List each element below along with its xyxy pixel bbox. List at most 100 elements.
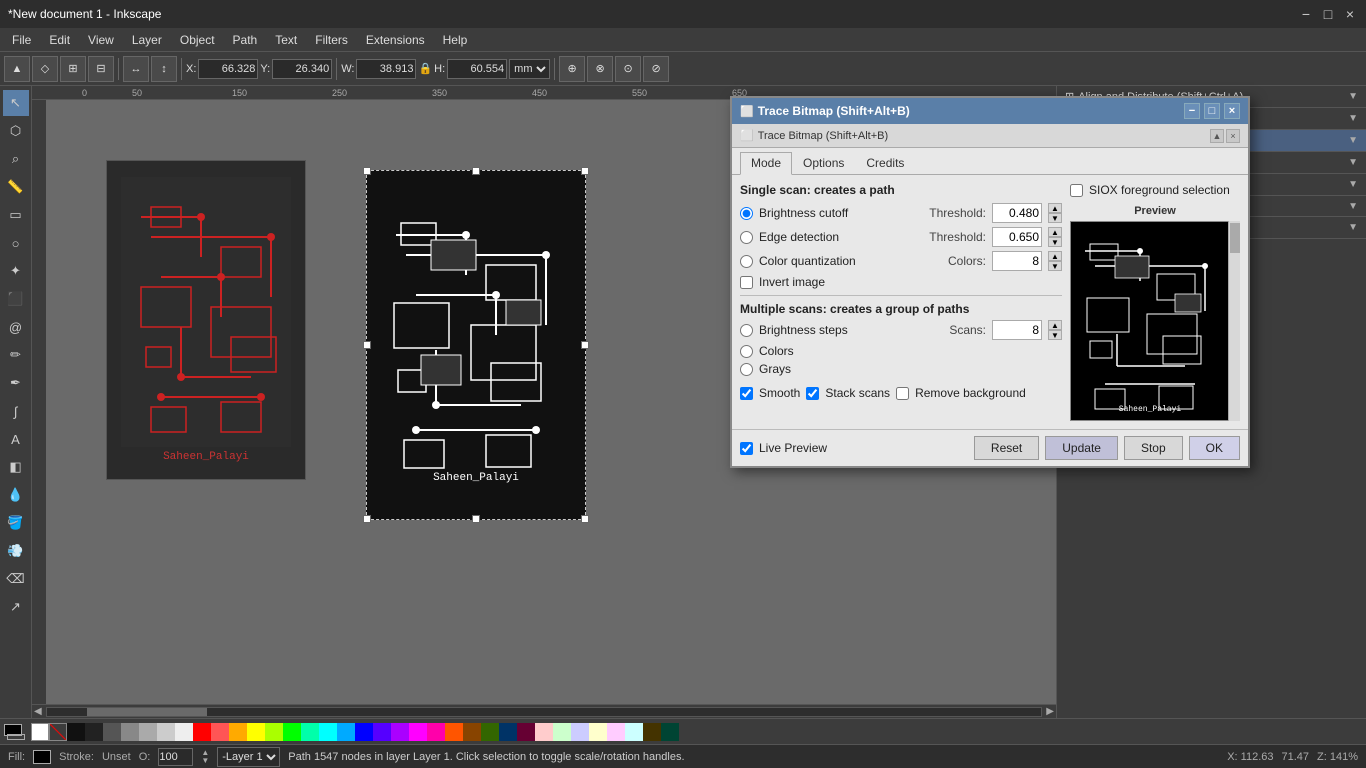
swatch-lighter-gray[interactable]: [157, 723, 175, 741]
menu-text[interactable]: Text: [267, 31, 305, 49]
tool-dropper[interactable]: 💧: [3, 482, 29, 508]
swatch-brown[interactable]: [463, 723, 481, 741]
live-preview-label[interactable]: Live Preview: [759, 441, 827, 455]
tool-spiral[interactable]: @: [3, 314, 29, 340]
siox-label[interactable]: SIOX foreground selection: [1089, 183, 1230, 197]
swatch-dark-gray[interactable]: [103, 723, 121, 741]
swatch-light-gray[interactable]: [139, 723, 157, 741]
fill-color-box[interactable]: [33, 750, 51, 764]
tool-node[interactable]: ⬡: [3, 118, 29, 144]
brightness-cutoff-radio[interactable]: [740, 207, 753, 220]
bc-spin-down[interactable]: ▼: [1048, 213, 1062, 223]
smooth-label[interactable]: Smooth: [759, 386, 800, 400]
update-button[interactable]: Update: [1045, 436, 1118, 460]
menu-file[interactable]: File: [4, 31, 39, 49]
tool-eraser[interactable]: ⌫: [3, 566, 29, 592]
cq-colors-input[interactable]: [992, 251, 1042, 271]
swatch-sky-blue[interactable]: [337, 723, 355, 741]
tool-measure[interactable]: 📏: [3, 174, 29, 200]
selection-handle-bm[interactable]: [472, 515, 480, 523]
swatch-navy[interactable]: [499, 723, 517, 741]
grays-radio[interactable]: [740, 363, 753, 376]
toolbar-align[interactable]: ⊟: [88, 56, 114, 82]
menu-edit[interactable]: Edit: [41, 31, 78, 49]
tool-spray[interactable]: 💨: [3, 538, 29, 564]
brightness-steps-label[interactable]: Brightness steps: [759, 323, 848, 337]
invert-image-label[interactable]: Invert image: [759, 275, 825, 289]
unit-select[interactable]: mmpxptcmin: [509, 59, 550, 79]
selection-handle-tr[interactable]: [581, 167, 589, 175]
swatch-red[interactable]: [193, 723, 211, 741]
toolbar-node[interactable]: ◇: [32, 56, 58, 82]
tool-gradient[interactable]: ◧: [3, 454, 29, 480]
reset-button[interactable]: Reset: [974, 436, 1039, 460]
swatch-light-red[interactable]: [211, 723, 229, 741]
invert-image-checkbox[interactable]: [740, 276, 753, 289]
tool-connector[interactable]: ↗: [3, 594, 29, 620]
menu-filters[interactable]: Filters: [307, 31, 356, 49]
toolbar-flip-h[interactable]: ↔: [123, 56, 149, 82]
colors-radio[interactable]: [740, 345, 753, 358]
menu-view[interactable]: View: [80, 31, 122, 49]
scroll-track[interactable]: [46, 707, 1043, 717]
dialog-maximize[interactable]: □: [1204, 103, 1220, 119]
swatch-8[interactable]: [661, 723, 679, 741]
swatch-yellow[interactable]: [247, 723, 265, 741]
tool-3d[interactable]: ⬛: [3, 286, 29, 312]
swatch-near-black[interactable]: [85, 723, 103, 741]
swatch-yellow-green[interactable]: [265, 723, 283, 741]
brightness-steps-radio[interactable]: [740, 324, 753, 337]
remove-bg-label[interactable]: Remove background: [915, 386, 1026, 400]
swatch-7[interactable]: [643, 723, 661, 741]
remove-bg-checkbox[interactable]: [896, 387, 909, 400]
menu-help[interactable]: Help: [435, 31, 476, 49]
siox-checkbox[interactable]: [1070, 184, 1083, 197]
selection-handle-mr[interactable]: [581, 341, 589, 349]
tool-pencil[interactable]: ✏: [3, 342, 29, 368]
selection-handle-br[interactable]: [581, 515, 589, 523]
cq-spin-up[interactable]: ▲: [1048, 251, 1062, 261]
swatch-maroon[interactable]: [517, 723, 535, 741]
smooth-checkbox[interactable]: [740, 387, 753, 400]
swatch-pink[interactable]: [427, 723, 445, 741]
scroll-thumb[interactable]: [87, 708, 207, 716]
bs-spin-up[interactable]: ▲: [1048, 320, 1062, 330]
tool-rect[interactable]: ▭: [3, 202, 29, 228]
toolbar-snap-4[interactable]: ⊘: [643, 56, 669, 82]
cq-spin-down[interactable]: ▼: [1048, 261, 1062, 271]
stack-scans-checkbox[interactable]: [806, 387, 819, 400]
swatch-magenta[interactable]: [409, 723, 427, 741]
tool-calligraphy[interactable]: ∫: [3, 398, 29, 424]
swatch-none[interactable]: [49, 723, 67, 741]
swatch-blue[interactable]: [355, 723, 373, 741]
swatch-cyan[interactable]: [319, 723, 337, 741]
color-quantization-label[interactable]: Color quantization: [759, 254, 856, 268]
toolbar-snap-3[interactable]: ⊙: [615, 56, 641, 82]
tool-circle[interactable]: ○: [3, 230, 29, 256]
tool-paint[interactable]: 🪣: [3, 510, 29, 536]
edge-detection-label[interactable]: Edge detection: [759, 230, 839, 244]
swatch-dark-green[interactable]: [481, 723, 499, 741]
swatch-green[interactable]: [283, 723, 301, 741]
toolbar-snap-1[interactable]: ⊕: [559, 56, 585, 82]
preview-scrollbar[interactable]: [1228, 221, 1240, 421]
y-input[interactable]: [272, 59, 332, 79]
minimize-btn[interactable]: −: [1298, 6, 1314, 22]
live-preview-checkbox[interactable]: [740, 442, 753, 455]
tab-mode[interactable]: Mode: [740, 152, 792, 175]
toolbar-select[interactable]: ▲: [4, 56, 30, 82]
scroll-right-btn[interactable]: ▶: [1044, 706, 1056, 717]
toolbar-snap-2[interactable]: ⊗: [587, 56, 613, 82]
menu-layer[interactable]: Layer: [124, 31, 170, 49]
w-input[interactable]: [356, 59, 416, 79]
bc-threshold-input[interactable]: [992, 203, 1042, 223]
lock-icon[interactable]: 🔒: [418, 62, 432, 75]
selection-handle-bl[interactable]: [363, 515, 371, 523]
color-quantization-radio[interactable]: [740, 255, 753, 268]
ed-spin-down[interactable]: ▼: [1048, 237, 1062, 247]
bc-spin-up[interactable]: ▲: [1048, 203, 1062, 213]
tool-star[interactable]: ✦: [3, 258, 29, 284]
maximize-btn[interactable]: □: [1320, 6, 1336, 22]
swatch-teal[interactable]: [301, 723, 319, 741]
grays-label[interactable]: Grays: [759, 362, 791, 376]
